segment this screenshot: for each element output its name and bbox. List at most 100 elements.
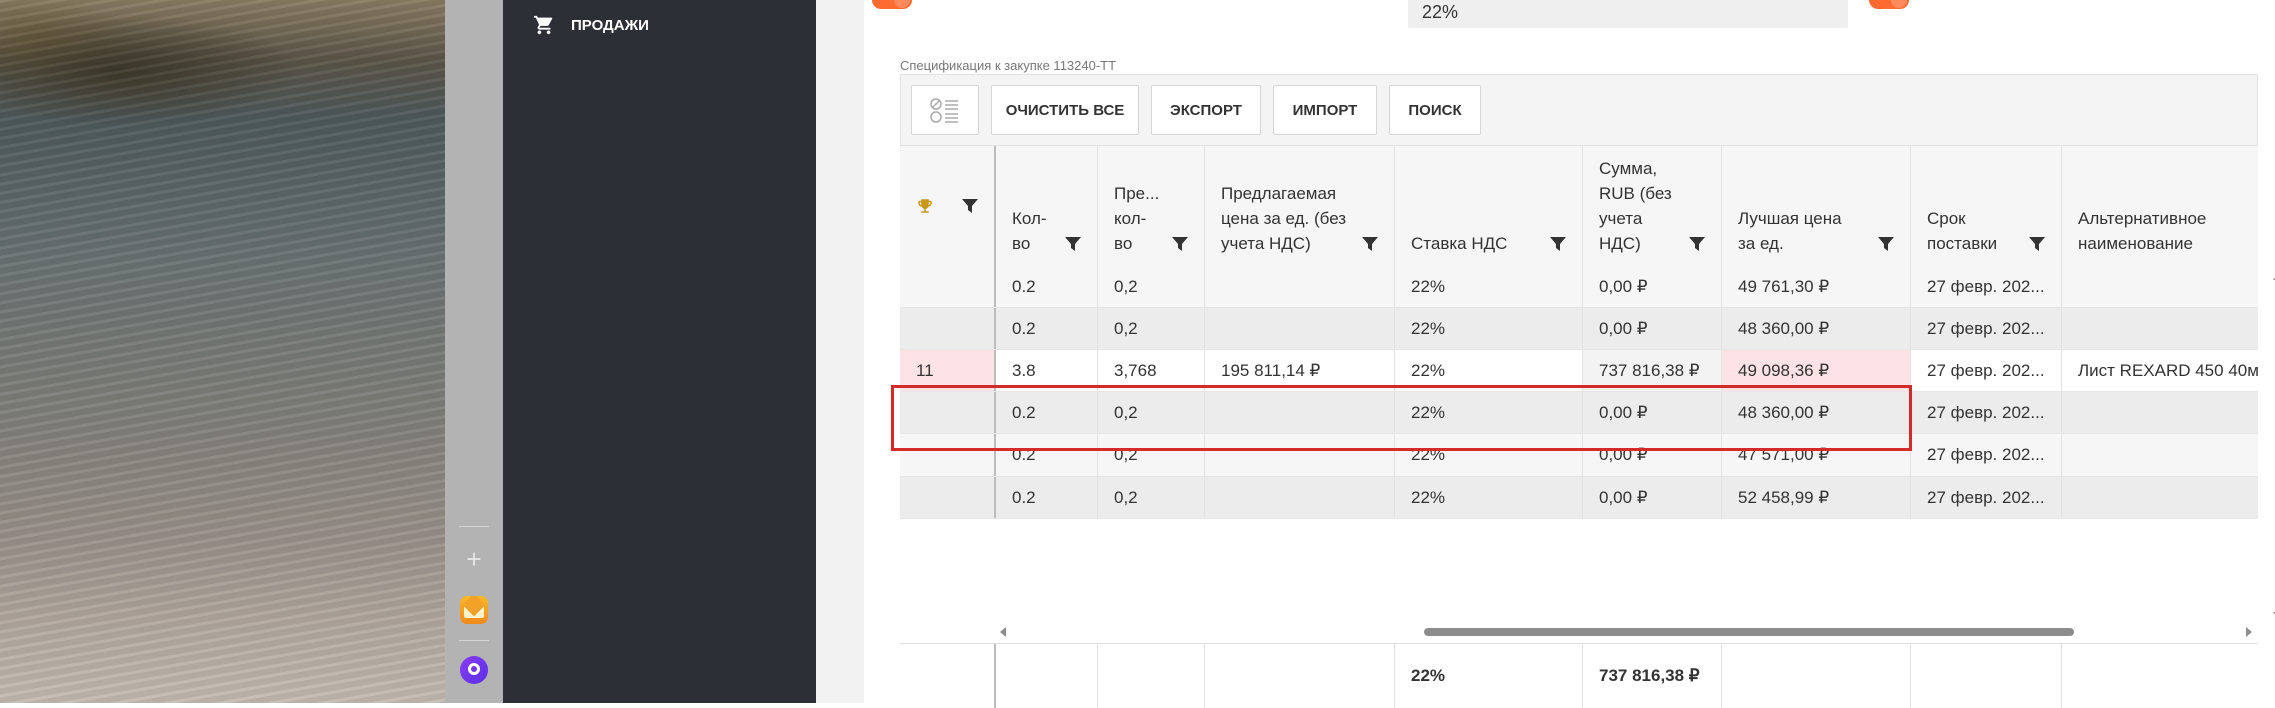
- cell-delivery[interactable]: 27 февр. 202...: [1911, 434, 2062, 476]
- cell-pre-qty[interactable]: 3,768: [1098, 350, 1205, 391]
- cell-number[interactable]: 11: [900, 350, 996, 391]
- filter-icon[interactable]: [2029, 237, 2045, 251]
- cell-alt-name[interactable]: [2062, 392, 2258, 433]
- header-qty[interactable]: Кол-во: [996, 146, 1098, 266]
- filter-icon[interactable]: [1362, 237, 1378, 251]
- cell-alt-name[interactable]: Лист REXARD 450 40мм: [2062, 350, 2258, 391]
- cell-vat-rate[interactable]: 22%: [1395, 350, 1583, 391]
- cell-sum[interactable]: 0,00 ₽: [1583, 477, 1722, 518]
- header-delivery[interactable]: Срок поставки: [1911, 146, 2062, 266]
- table-row[interactable]: 0.2 0,2 22% 0,00 ₽49 761,30 ₽27 февр. 202..…: [900, 266, 2258, 308]
- cell-vat-rate[interactable]: 22%: [1395, 266, 1583, 307]
- cell-number[interactable]: [900, 392, 996, 433]
- cell-qty[interactable]: 0.2: [996, 266, 1098, 307]
- mail-app-icon[interactable]: [460, 596, 488, 624]
- cell-offered-price[interactable]: [1205, 434, 1395, 476]
- filter-icon[interactable]: [962, 199, 978, 213]
- cell-alt-name[interactable]: [2062, 477, 2258, 518]
- cell-pre-qty[interactable]: 0,2: [1098, 434, 1205, 476]
- cell-delivery[interactable]: 27 февр. 202...: [1911, 308, 2062, 349]
- cell-offered-price[interactable]: [1205, 266, 1395, 307]
- cell-best-price[interactable]: 47 571,00 ₽: [1722, 434, 1911, 476]
- cell-sum[interactable]: 0,00 ₽: [1583, 266, 1722, 307]
- cell-qty[interactable]: 0.2: [996, 308, 1098, 349]
- table-row[interactable]: 0.2 0,2 22% 0,00 ₽48 360,00 ₽27 февр. 202..…: [900, 392, 2258, 434]
- cell-alt-name[interactable]: [2062, 266, 2258, 307]
- header-price-line: Предлагаемая: [1221, 184, 1337, 203]
- cell-delivery[interactable]: 27 февр. 202...: [1911, 350, 2062, 391]
- cell-qty[interactable]: 0.2: [996, 434, 1098, 476]
- filter-icon[interactable]: [1689, 237, 1705, 251]
- footer-cell: [1205, 644, 1395, 708]
- header-pre-qty[interactable]: Пре... кол-во: [1098, 146, 1205, 266]
- cell-delivery[interactable]: 27 февр. 202...: [1911, 266, 2062, 307]
- assistant-app-icon[interactable]: [460, 656, 488, 684]
- header-pre-qty-line: кол-: [1114, 209, 1147, 228]
- header-offered-price[interactable]: Предлагаемая цена за ед. (без учета НДС): [1205, 146, 1395, 266]
- cell-pre-qty[interactable]: 0,2: [1098, 308, 1205, 349]
- cell-number[interactable]: [900, 434, 996, 476]
- import-button[interactable]: ИМПОРТ: [1273, 85, 1377, 135]
- toggle-switch[interactable]: [872, 0, 912, 9]
- cell-pre-qty[interactable]: 0,2: [1098, 477, 1205, 518]
- cell-offered-price[interactable]: [1205, 477, 1395, 518]
- header-alt-name[interactable]: Альтернативное наименование: [2062, 146, 2258, 266]
- column-chooser-button[interactable]: [911, 85, 979, 135]
- cell-sum[interactable]: 0,00 ₽: [1583, 392, 1722, 433]
- scroll-right-icon[interactable]: [2246, 627, 2252, 637]
- cell-pre-qty[interactable]: 0,2: [1098, 392, 1205, 433]
- table-row[interactable]: 0.2 0,2 22% 0,00 ₽47 571,00 ₽27 февр. 202..…: [900, 434, 2258, 477]
- cell-best-price[interactable]: 52 458,99 ₽: [1722, 477, 1911, 518]
- vertical-scrollbar[interactable]: [2270, 270, 2275, 622]
- cell-qty[interactable]: 0.2: [996, 477, 1098, 518]
- cell-vat-rate[interactable]: 22%: [1395, 477, 1583, 518]
- cell-best-price[interactable]: 48 360,00 ₽: [1722, 392, 1911, 433]
- cell-vat-rate[interactable]: 22%: [1395, 434, 1583, 476]
- cell-qty[interactable]: 3.8: [996, 350, 1098, 391]
- cell-vat-rate[interactable]: 22%: [1395, 392, 1583, 433]
- cell-qty[interactable]: 0.2: [996, 392, 1098, 433]
- cell-offered-price[interactable]: [1205, 392, 1395, 433]
- nav-item-sales[interactable]: ПРОДАЖИ: [533, 14, 649, 36]
- cell-sum[interactable]: 737 816,38 ₽: [1583, 350, 1722, 391]
- cell-number[interactable]: [900, 308, 996, 349]
- scroll-left-icon[interactable]: [1000, 627, 1006, 637]
- table-row[interactable]: 0.2 0,2 22% 0,00 ₽48 360,00 ₽27 февр. 202..…: [900, 308, 2258, 350]
- footer-sum-total: 737 816,38 ₽: [1583, 644, 1722, 708]
- cell-delivery[interactable]: 27 февр. 202...: [1911, 477, 2062, 518]
- cell-vat-rate[interactable]: 22%: [1395, 308, 1583, 349]
- cell-alt-name[interactable]: [2062, 434, 2258, 476]
- toggle-switch[interactable]: [1869, 0, 1909, 9]
- header-pre-qty-line: Пре...: [1114, 184, 1160, 203]
- cell-pre-qty[interactable]: 0,2: [1098, 266, 1205, 307]
- filter-icon[interactable]: [1172, 237, 1188, 251]
- cell-best-price[interactable]: 49 098,36 ₽: [1722, 350, 1911, 391]
- cell-sum[interactable]: 0,00 ₽: [1583, 434, 1722, 476]
- vat-field[interactable]: 22%: [1408, 0, 1848, 28]
- cell-number[interactable]: [900, 477, 996, 518]
- cell-number[interactable]: [900, 266, 996, 307]
- search-button[interactable]: ПОИСК: [1389, 85, 1481, 135]
- add-icon[interactable]: +: [463, 546, 485, 572]
- header-best-price[interactable]: Лучшая цена за ед.: [1722, 146, 1911, 266]
- filter-icon[interactable]: [1550, 237, 1566, 251]
- horizontal-scrollbar[interactable]: [996, 623, 2258, 641]
- header-vat-rate[interactable]: Ставка НДС: [1395, 146, 1583, 266]
- scroll-thumb[interactable]: [1424, 628, 2074, 636]
- cell-alt-name[interactable]: [2062, 308, 2258, 349]
- cell-best-price[interactable]: 48 360,00 ₽: [1722, 308, 1911, 349]
- filter-icon[interactable]: [1065, 237, 1081, 251]
- clear-all-button[interactable]: ОЧИСТИТЬ ВСЕ: [991, 85, 1139, 135]
- table-row[interactable]: 11 3.8 3,768 195 811,14 ₽22% 737 816,38 ₽49 …: [900, 350, 2258, 392]
- table-row[interactable]: 0.2 0,2 22% 0,00 ₽52 458,99 ₽27 февр. 202..…: [900, 477, 2258, 519]
- cell-sum[interactable]: 0,00 ₽: [1583, 308, 1722, 349]
- desktop-wallpaper: [0, 0, 445, 703]
- header-qty-line: Кол-: [1012, 209, 1047, 228]
- cell-offered-price[interactable]: 195 811,14 ₽: [1205, 350, 1395, 391]
- cell-delivery[interactable]: 27 февр. 202...: [1911, 392, 2062, 433]
- cell-offered-price[interactable]: [1205, 308, 1395, 349]
- header-sum[interactable]: Сумма, RUB (без учета НДС): [1583, 146, 1722, 266]
- filter-icon[interactable]: [1878, 237, 1894, 251]
- cell-best-price[interactable]: 49 761,30 ₽: [1722, 266, 1911, 307]
- export-button[interactable]: ЭКСПОРТ: [1151, 85, 1261, 135]
